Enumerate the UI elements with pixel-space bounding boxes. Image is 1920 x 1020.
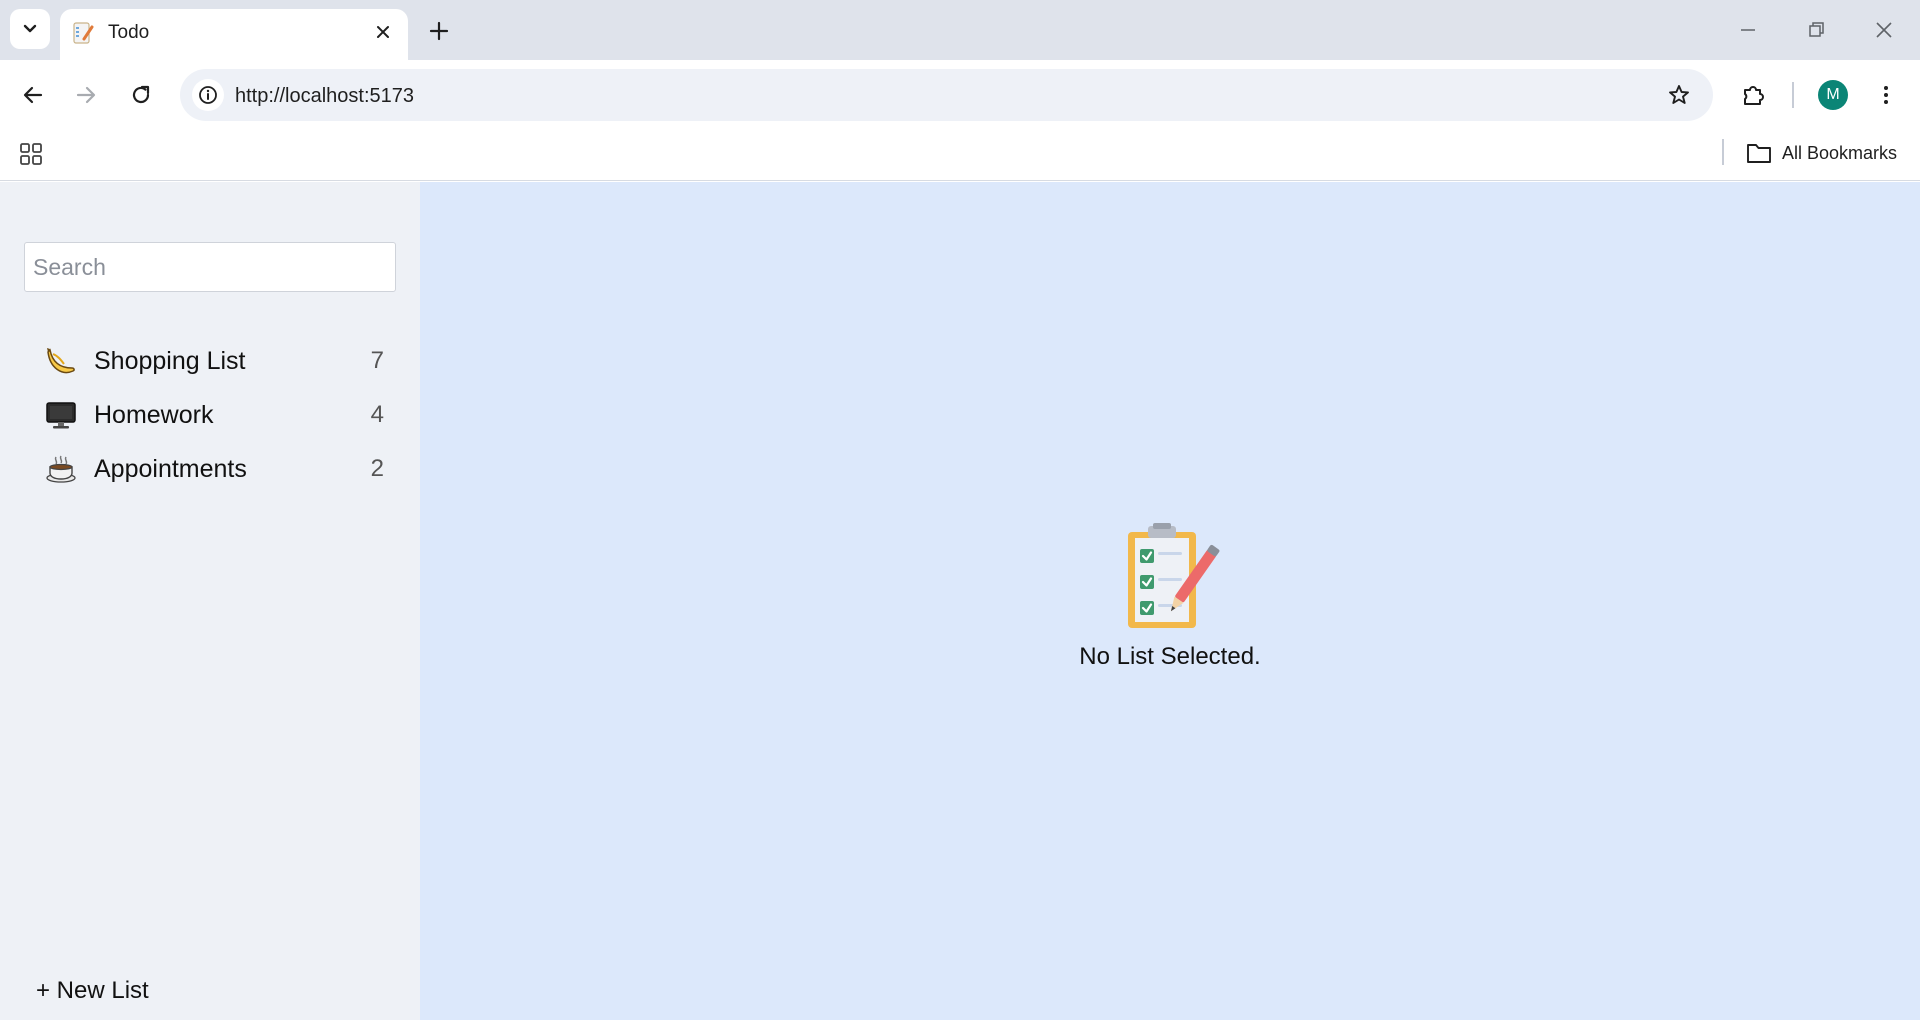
bookmarks-divider	[1722, 139, 1724, 165]
extensions-button[interactable]	[1733, 74, 1775, 116]
bookmarks-bar: All Bookmarks	[0, 129, 1920, 181]
info-icon	[199, 86, 217, 104]
clipboard-checklist-icon	[1128, 523, 1220, 628]
browser-tab[interactable]: Todo	[60, 9, 408, 60]
close-icon	[377, 26, 389, 38]
memo-favicon-icon	[73, 22, 94, 44]
more-vertical-icon	[1884, 86, 1888, 104]
list-item-shopping-list[interactable]: Shopping List 7	[36, 334, 396, 386]
sidebar: Shopping List 7 Homework 4 Appointments …	[0, 182, 420, 1020]
url-text[interactable]: http://localhost:5173	[235, 84, 414, 108]
new-tab-button[interactable]	[422, 14, 456, 48]
list-item-count: 4	[370, 401, 384, 428]
all-bookmarks-button[interactable]: All Bookmarks	[1746, 137, 1897, 169]
minimize-icon	[1741, 29, 1755, 31]
back-button[interactable]	[12, 74, 54, 116]
search-input[interactable]	[24, 242, 396, 292]
new-list-button[interactable]: + New List	[36, 976, 149, 1006]
arrow-right-icon	[76, 86, 96, 104]
main-content: No List Selected.	[420, 182, 1920, 1020]
close-icon	[1876, 22, 1892, 38]
star-icon	[1669, 85, 1689, 104]
list-item-name: Homework	[94, 401, 214, 429]
bookmark-star-button[interactable]	[1663, 79, 1695, 111]
toolbar-divider	[1792, 82, 1794, 108]
plus-icon	[429, 21, 449, 41]
folder-icon	[1747, 144, 1771, 163]
list-item-count: 7	[370, 347, 384, 374]
list-item-name: Shopping List	[94, 347, 246, 375]
apps-grid-icon	[20, 143, 42, 165]
tab-strip: Todo	[0, 0, 1920, 60]
reload-button[interactable]	[120, 74, 162, 116]
tab-title: Todo	[108, 22, 150, 43]
list-item-count: 2	[370, 455, 384, 482]
banana-icon	[47, 348, 75, 374]
all-bookmarks-label: All Bookmarks	[1782, 142, 1898, 163]
empty-state-message: No List Selected.	[1079, 643, 1261, 670]
profile-avatar[interactable]: M	[1818, 80, 1848, 110]
browser-toolbar: http://localhost:5173	[0, 60, 1920, 129]
restore-button[interactable]	[1796, 10, 1836, 50]
tab-search-button[interactable]	[10, 9, 50, 49]
list-item-name: Appointments	[94, 455, 247, 483]
minimize-button[interactable]	[1728, 10, 1768, 50]
list-item-homework[interactable]: Homework 4	[36, 388, 396, 440]
address-bar[interactable]: http://localhost:5173	[180, 69, 1713, 121]
chevron-down-icon	[23, 24, 37, 33]
forward-button[interactable]	[65, 74, 107, 116]
desktop-computer-icon	[46, 402, 76, 429]
apps-button[interactable]	[16, 139, 46, 169]
hot-beverage-icon	[46, 455, 76, 483]
browser-menu-button[interactable]	[1865, 74, 1907, 116]
puzzle-piece-icon	[1744, 86, 1764, 105]
tab-close-button[interactable]	[368, 17, 398, 47]
empty-state: No List Selected.	[420, 522, 1920, 672]
arrow-left-icon	[23, 86, 43, 104]
list-item-appointments[interactable]: Appointments 2	[36, 442, 396, 494]
close-window-button[interactable]	[1864, 10, 1904, 50]
restore-icon	[1809, 22, 1824, 37]
site-info-button[interactable]	[192, 79, 224, 111]
reload-icon	[132, 85, 150, 104]
